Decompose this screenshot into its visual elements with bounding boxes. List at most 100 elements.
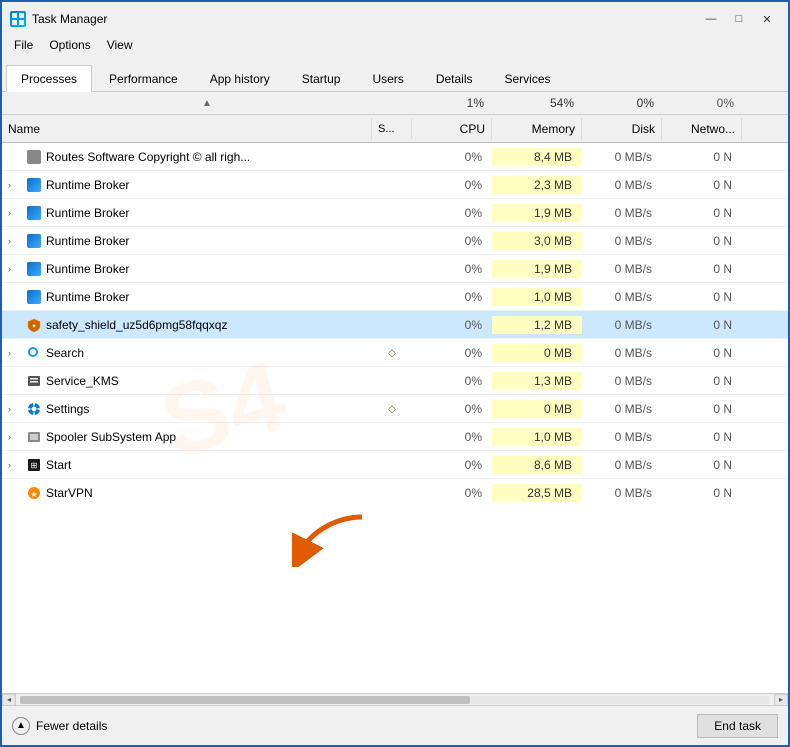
- table-row[interactable]: › ⊞ Start 0% 8,6 MB 0 MB/s 0 N: [2, 451, 788, 479]
- process-icon: [26, 149, 42, 165]
- row-cpu: 0%: [412, 148, 492, 166]
- maximize-button[interactable]: □: [726, 9, 752, 29]
- row-status: [372, 295, 412, 299]
- row-status: [372, 211, 412, 215]
- cpu-stat: 1%: [412, 92, 492, 114]
- menu-view[interactable]: View: [99, 36, 141, 54]
- process-icon: [26, 177, 42, 193]
- table-row[interactable]: › Settings ◇: [2, 395, 788, 423]
- process-icon: [26, 373, 42, 389]
- memory-stat: 54%: [492, 92, 582, 114]
- expand-icon: ›: [8, 236, 22, 246]
- table-container: ▲ 1% 54% 0% 0% Name S... CPU Memory Disk…: [2, 92, 788, 693]
- process-list[interactable]: Routes Software Copyright © all righ... …: [2, 143, 788, 693]
- row-memory: 0 MB: [492, 400, 582, 418]
- table-row[interactable]: Routes Software Copyright © all righ... …: [2, 143, 788, 171]
- row-name: ★ StarVPN: [2, 483, 372, 503]
- tab-startup[interactable]: Startup: [287, 65, 356, 92]
- process-icon: ★: [26, 485, 42, 501]
- row-disk: 0 MB/s: [582, 344, 662, 362]
- process-icon: [26, 261, 42, 277]
- row-status: [372, 323, 412, 327]
- tab-users[interactable]: Users: [357, 65, 418, 92]
- task-manager-window: Task Manager — □ ✕ File Options View Pro…: [0, 0, 790, 747]
- row-memory: 1,3 MB: [492, 372, 582, 390]
- row-disk: 0 MB/s: [582, 176, 662, 194]
- title-bar: Task Manager — □ ✕: [2, 2, 788, 34]
- table-row[interactable]: › Runtime Broker 0% 3,0 MB 0 MB/s 0 N: [2, 227, 788, 255]
- row-disk: 0 MB/s: [582, 288, 662, 306]
- row-memory: 1,9 MB: [492, 204, 582, 222]
- expand-icon: ›: [8, 348, 22, 358]
- minimize-button[interactable]: —: [698, 9, 724, 29]
- row-cpu: 0%: [412, 372, 492, 390]
- tab-services[interactable]: Services: [490, 65, 566, 92]
- th-memory[interactable]: Memory: [492, 118, 582, 140]
- th-name[interactable]: Name: [2, 118, 372, 140]
- row-memory: 3,0 MB: [492, 232, 582, 250]
- row-memory: 1,9 MB: [492, 260, 582, 278]
- fewer-details-button[interactable]: ▲ Fewer details: [12, 717, 107, 735]
- row-memory: 1,2 MB: [492, 316, 582, 334]
- th-cpu[interactable]: CPU: [412, 118, 492, 140]
- scrollbar-track[interactable]: [20, 696, 770, 704]
- expand-icon: ›: [8, 264, 22, 274]
- row-network: 0 N: [662, 148, 742, 166]
- row-disk: 0 MB/s: [582, 428, 662, 446]
- th-disk[interactable]: Disk: [582, 118, 662, 140]
- tab-details[interactable]: Details: [421, 65, 488, 92]
- row-name: Routes Software Copyright © all righ...: [2, 147, 372, 167]
- row-disk: 0 MB/s: [582, 372, 662, 390]
- table-row[interactable]: › Runtime Broker 0% 1,9 MB 0 MB/s 0 N: [2, 199, 788, 227]
- menu-options[interactable]: Options: [41, 36, 98, 54]
- bottom-bar: ▲ Fewer details End task: [2, 705, 788, 745]
- tab-processes[interactable]: Processes: [6, 65, 92, 92]
- process-icon: ⊞: [26, 457, 42, 473]
- table-row[interactable]: › Runtime Broker 0% 2,3 MB 0 MB/s 0 N: [2, 171, 788, 199]
- row-network: 0 N: [662, 344, 742, 362]
- row-status: ◇: [372, 401, 412, 417]
- process-icon: [26, 429, 42, 445]
- row-disk: 0 MB/s: [582, 148, 662, 166]
- row-memory: 2,3 MB: [492, 176, 582, 194]
- table-row[interactable]: ✦ safety_shield_uz5d6pmg58fqqxqz 0% 1,2 …: [2, 311, 788, 339]
- th-network[interactable]: Netwo...: [662, 118, 742, 140]
- window-title: Task Manager: [32, 12, 107, 26]
- row-disk: 0 MB/s: [582, 232, 662, 250]
- fewer-details-label: Fewer details: [36, 719, 107, 733]
- scroll-left-button[interactable]: ◂: [2, 694, 16, 706]
- horizontal-scrollbar[interactable]: ◂ ▸: [2, 693, 788, 705]
- table-row[interactable]: › Search ◇ 0% 0 MB 0 MB/s 0: [2, 339, 788, 367]
- row-status: ◇: [372, 345, 412, 361]
- disk-stat: 0%: [582, 92, 662, 114]
- row-disk: 0 MB/s: [582, 260, 662, 278]
- tab-performance[interactable]: Performance: [94, 65, 193, 92]
- status-diamond-icon: ◇: [388, 404, 396, 415]
- table-row[interactable]: Runtime Broker 0% 1,0 MB 0 MB/s 0 N: [2, 283, 788, 311]
- th-status[interactable]: S...: [372, 119, 412, 139]
- row-disk: 0 MB/s: [582, 204, 662, 222]
- end-task-button[interactable]: End task: [697, 714, 778, 738]
- row-network: 0 N: [662, 456, 742, 474]
- row-name: ✦ safety_shield_uz5d6pmg58fqqxqz: [2, 315, 372, 335]
- row-memory: 1,0 MB: [492, 288, 582, 306]
- tab-bar: Processes Performance App history Startu…: [2, 56, 788, 92]
- close-button[interactable]: ✕: [754, 9, 780, 29]
- table-row[interactable]: › Spooler SubSystem App 0% 1,0 MB 0 MB/s…: [2, 423, 788, 451]
- expand-icon: ›: [8, 180, 22, 190]
- process-icon: [26, 289, 42, 305]
- scrollbar-thumb[interactable]: [20, 696, 470, 704]
- table-row[interactable]: Service_KMS 0% 1,3 MB 0 MB/s 0 N: [2, 367, 788, 395]
- table-row[interactable]: ★ StarVPN 0% 28,5 MB 0 MB/s 0 N: [2, 479, 788, 507]
- scroll-right-button[interactable]: ▸: [774, 694, 788, 706]
- row-network: 0 N: [662, 288, 742, 306]
- expand-icon: ›: [8, 460, 22, 470]
- row-network: 0 N: [662, 400, 742, 418]
- tab-app-history[interactable]: App history: [195, 65, 285, 92]
- menu-file[interactable]: File: [6, 36, 41, 54]
- row-disk: 0 MB/s: [582, 400, 662, 418]
- row-status: [372, 267, 412, 271]
- row-cpu: 0%: [412, 344, 492, 362]
- row-name: › Runtime Broker: [2, 175, 372, 195]
- table-row[interactable]: › Runtime Broker 0% 1,9 MB 0 MB/s 0 N: [2, 255, 788, 283]
